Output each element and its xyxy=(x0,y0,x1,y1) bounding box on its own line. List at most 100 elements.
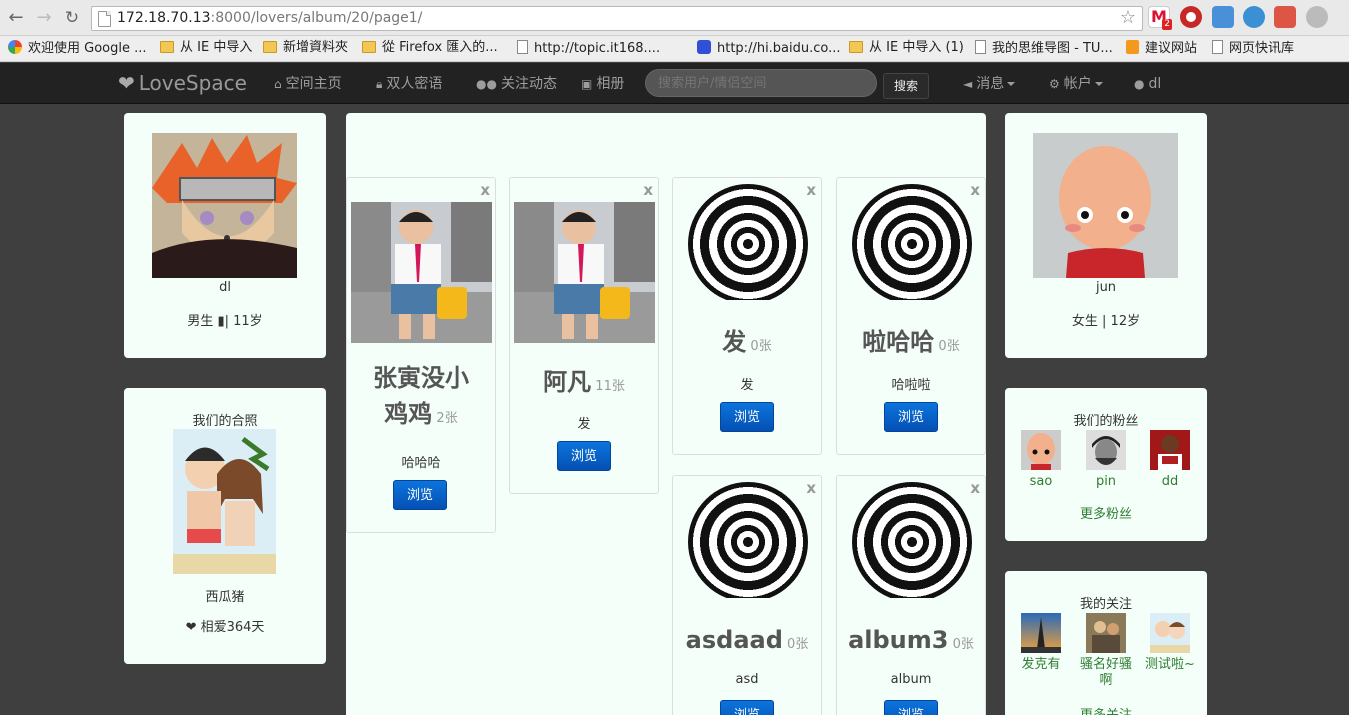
browse-album-button[interactable]: 浏览 xyxy=(720,402,774,432)
chevron-down-icon xyxy=(1094,82,1103,86)
back-arrow-icon[interactable]: ← xyxy=(6,8,26,28)
my-username: dl xyxy=(219,280,231,295)
reload-icon[interactable]: ↻ xyxy=(62,8,82,28)
bookmark-item[interactable]: 我的思维导图 - TU... xyxy=(975,40,1113,57)
nav-messages[interactable]: ◄ 消息 xyxy=(963,75,1016,93)
following-name: 发克有 xyxy=(1021,657,1061,672)
fan-avatar xyxy=(1150,430,1190,470)
album-title: asdaad 0张 xyxy=(685,626,809,654)
partner-profile-card: jun 女生 | 12岁 xyxy=(1005,113,1207,358)
album-card: x 啦哈哈 0张 哈啦啦 浏览 xyxy=(836,177,986,455)
album-title: album3 0张 xyxy=(848,626,974,654)
following-item[interactable]: 测试啦~ xyxy=(1141,613,1199,673)
album-description: 哈哈哈 xyxy=(401,456,441,471)
google-icon xyxy=(8,40,22,54)
bookmark-item[interactable]: 网页快讯库 xyxy=(1212,40,1294,57)
album-card: x asdaad 0张 asd 浏览 xyxy=(672,475,822,715)
my-avatar[interactable] xyxy=(152,133,297,278)
bookmark-item[interactable]: 从 IE 中导入 (1) xyxy=(849,40,964,56)
my-profile-card: dl 男生 ▮| 11岁 xyxy=(124,113,326,358)
more-following-link[interactable]: 更多关注 xyxy=(1005,704,1207,715)
album-description: 发 xyxy=(740,378,754,393)
search-button[interactable]: 搜索 xyxy=(883,73,929,99)
following-item[interactable]: 发克有 xyxy=(1017,613,1065,673)
following-heading: 我的关注 xyxy=(1079,597,1132,612)
fan-item[interactable]: pin xyxy=(1082,430,1130,490)
compass-extension-icon[interactable] xyxy=(1243,6,1265,28)
gmail-icon[interactable]: 2 xyxy=(1148,6,1172,30)
heart-icon: ❤ xyxy=(185,620,197,635)
nav-following-feed[interactable]: ●● 关注动态 xyxy=(476,75,557,93)
search-input[interactable] xyxy=(645,69,877,97)
globe-extension-icon[interactable] xyxy=(1306,6,1328,28)
following-name: 测试啦~ xyxy=(1145,657,1195,672)
user-icon: ● xyxy=(1134,77,1145,91)
bookmark-item[interactable]: http://hi.baidu.co... xyxy=(697,40,841,57)
adblock-icon[interactable] xyxy=(1180,6,1202,28)
bookmark-item[interactable]: 从 IE 中导入 xyxy=(160,40,252,56)
album-panel: x 张寅没小鸡鸡 2张 哈哈哈 浏览 x 阿凡 11张 发 浏览 x 发 0张 … xyxy=(346,113,986,715)
partner-username: jun xyxy=(1095,280,1117,295)
fan-item[interactable]: sao xyxy=(1017,430,1065,490)
bookmark-item[interactable]: 從 Firefox 匯入的... xyxy=(362,40,498,56)
album-card: x album3 0张 album 浏览 xyxy=(836,475,986,715)
following-item[interactable]: 骚名好骚啊 xyxy=(1077,613,1135,689)
male-icon: ▮ xyxy=(217,314,225,329)
album-title: 发 0张 xyxy=(722,328,772,356)
gmail-badge: 2 xyxy=(1162,19,1172,30)
bookmark-star-icon[interactable]: ☆ xyxy=(1120,8,1136,28)
album-cover[interactable] xyxy=(841,184,982,300)
fan-name: sao xyxy=(1029,474,1053,489)
page-icon xyxy=(98,11,111,27)
album-cover[interactable] xyxy=(841,482,982,598)
folder-icon xyxy=(362,41,376,53)
bookmark-item[interactable]: 新增資料夾 xyxy=(263,40,348,56)
album-cover[interactable] xyxy=(677,482,818,598)
baidu-paw-icon xyxy=(697,40,711,54)
partner-avatar[interactable] xyxy=(1033,133,1178,278)
couple-photo[interactable] xyxy=(173,429,276,574)
page-icon xyxy=(1212,40,1223,54)
mixed-extension-icon[interactable] xyxy=(1274,6,1296,28)
bookmarks-bar: 欢迎使用 Google ... 从 IE 中导入 新增資料夾 從 Firefox… xyxy=(0,36,1349,62)
album-card: x 发 0张 发 浏览 xyxy=(672,177,822,455)
more-fans-link[interactable]: 更多粉丝 xyxy=(1005,503,1207,522)
page-icon xyxy=(517,40,528,54)
bookmark-item[interactable]: 建议网站 xyxy=(1126,40,1197,57)
delete-album-button[interactable]: x xyxy=(480,182,490,198)
browse-album-button[interactable]: 浏览 xyxy=(884,402,938,432)
bookmark-item[interactable]: http://topic.it168.... xyxy=(517,40,660,57)
album-cover[interactable] xyxy=(351,202,492,343)
album-description: album xyxy=(890,672,932,687)
nav-account[interactable]: ⚙ 帐户 xyxy=(1049,75,1103,93)
address-bar[interactable]: 172.18.70.13:8000/lovers/album/20/page1/… xyxy=(91,6,1143,31)
my-info: 男生 ▮| 11岁 xyxy=(187,314,263,329)
browse-album-button[interactable]: 浏览 xyxy=(393,480,447,510)
album-title: 啦哈哈 0张 xyxy=(862,328,960,356)
nav-home[interactable]: ⌂ 空间主页 xyxy=(274,75,342,93)
url-text: 172.18.70.13:8000/lovers/album/20/page1/ xyxy=(117,10,423,26)
album-cover[interactable] xyxy=(514,202,655,343)
following-name: 骚名好骚啊 xyxy=(1079,657,1132,688)
fans-heading: 我们的粉丝 xyxy=(1073,414,1139,429)
nav-albums[interactable]: ▣ 相册 xyxy=(581,75,624,93)
fan-item[interactable]: dd xyxy=(1146,430,1194,490)
fan-avatar xyxy=(1021,430,1061,470)
partner-info: 女生 | 12岁 xyxy=(1071,314,1141,329)
nav-user[interactable]: ● dl xyxy=(1134,75,1161,93)
browse-album-button[interactable]: 浏览 xyxy=(557,441,611,471)
album-cover[interactable] xyxy=(677,184,818,300)
delete-album-button[interactable]: x xyxy=(643,182,653,198)
fan-name: pin xyxy=(1095,474,1117,489)
nav-private-messages[interactable]: 🔒︎ 双人密语 xyxy=(376,75,442,93)
browse-album-button[interactable]: 浏览 xyxy=(720,700,774,715)
bookmark-item[interactable]: 欢迎使用 Google ... xyxy=(8,40,147,57)
forward-arrow-icon[interactable]: → xyxy=(34,8,54,28)
browse-album-button[interactable]: 浏览 xyxy=(884,700,938,715)
lock-icon: 🔒︎ xyxy=(376,77,383,91)
fan-name: dd xyxy=(1161,474,1179,489)
brand-logo[interactable]: ❤ LoveSpace xyxy=(118,71,247,95)
following-avatar xyxy=(1150,613,1190,653)
document-extension-icon[interactable] xyxy=(1212,6,1234,28)
couple-photo-card: 我们的合照 西瓜猪 ❤ 相爱364天 xyxy=(124,388,326,664)
